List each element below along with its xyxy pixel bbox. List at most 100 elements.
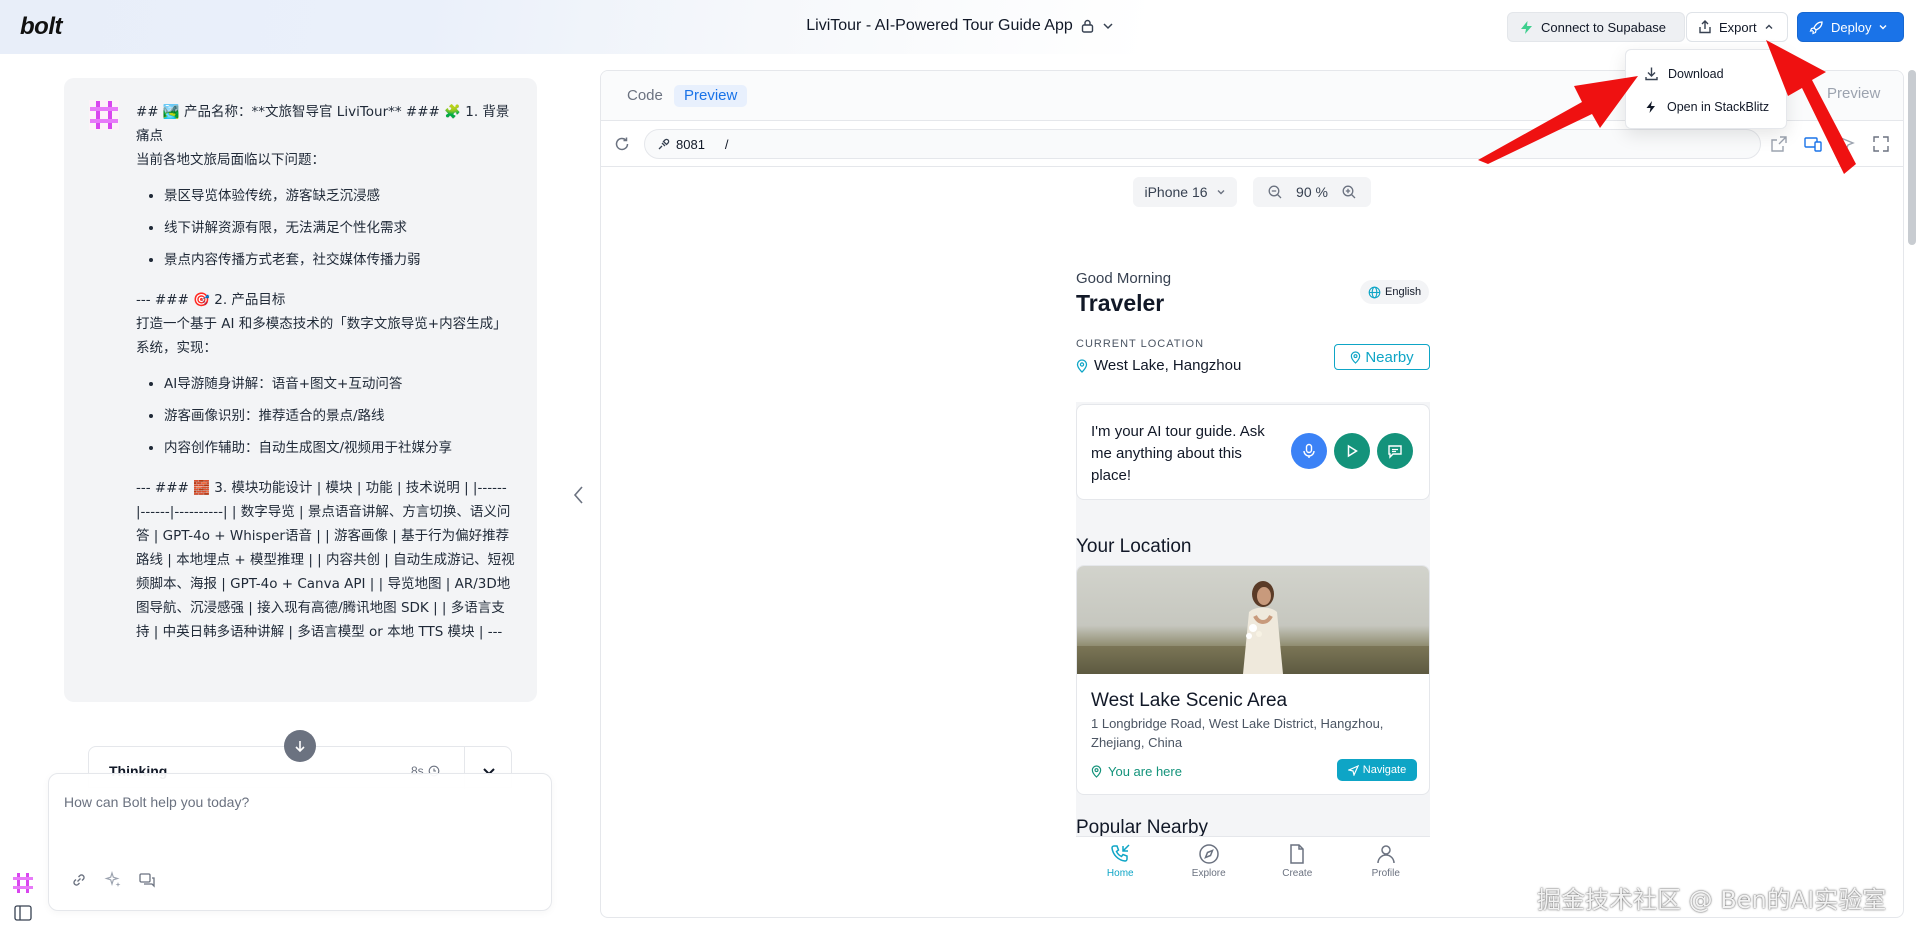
spot-address: 1 Longbridge Road, West Lake District, H…: [1091, 716, 1384, 750]
map-pin-icon: [1351, 350, 1361, 364]
zoom-level: 90 %: [1296, 184, 1328, 200]
list-item: 景区导览体验传统，游客缺乏沉浸感: [164, 180, 516, 212]
language-label: English: [1385, 286, 1422, 298]
share-icon: [1699, 20, 1711, 34]
play-icon: [1347, 444, 1358, 458]
discuss-icon[interactable]: [137, 870, 157, 890]
prompt-input[interactable]: [64, 794, 534, 810]
menu-item-stackblitz[interactable]: Open in StackBlitz: [1644, 100, 1769, 114]
chevron-down-icon: [1879, 25, 1887, 30]
phone-icon: [1111, 844, 1130, 862]
nav-item-create[interactable]: Create: [1257, 837, 1337, 884]
pain-points-list: 景区导览体验传统，游客缺乏沉浸感 线下讲解资源有限，无法满足个性化需求 景点内容…: [164, 180, 516, 276]
here-indicator: You are here: [1091, 764, 1182, 779]
nav-item-explore[interactable]: Explore: [1169, 837, 1249, 884]
chevron-left-icon[interactable]: [570, 484, 588, 506]
document-icon: [1290, 844, 1304, 864]
sidebar-toggle-icon[interactable]: [14, 905, 32, 921]
chat-button[interactable]: [1377, 433, 1413, 469]
rocket-icon: [1809, 20, 1823, 34]
here-label: You are here: [1108, 764, 1182, 779]
tab-preview[interactable]: Preview: [674, 85, 748, 107]
reload-icon[interactable]: [613, 135, 631, 153]
nav-label: Home: [1106, 868, 1134, 879]
spot-name: West Lake Scenic Area: [1091, 690, 1288, 711]
nav-label: Profile: [1371, 868, 1400, 879]
arrow-down-icon: [295, 741, 305, 753]
avatar: [89, 100, 119, 130]
message-goal-sub: 打造一个基于 AI 和多模态技术的「数字文旅导览+内容生成」系统，实现：: [136, 316, 507, 356]
play-button[interactable]: [1334, 433, 1370, 469]
greeting: Good Morning: [1076, 270, 1172, 287]
export-label: Export: [1719, 19, 1757, 35]
message-module-text: --- ### 🧱 3. 模块功能设计 | 模块 | 功能 | 技术说明 | |…: [136, 480, 515, 640]
nearby-button[interactable]: Nearby: [1334, 344, 1430, 370]
tab-code[interactable]: Code: [617, 85, 673, 107]
connect-supabase-label: Connect to Supabase: [1541, 19, 1667, 35]
user-avatar-icon[interactable]: [12, 872, 34, 894]
device-controls: iPhone 16 90 %: [1133, 177, 1371, 207]
microphone-icon: [1303, 443, 1315, 458]
chevron-up-icon: [1765, 24, 1773, 29]
list-item: 游客画像识别：推荐适合的景点/路线: [164, 400, 516, 432]
sparkle-icon[interactable]: [103, 870, 123, 890]
zoom-in-icon[interactable]: [1341, 184, 1357, 200]
message-icon: [1388, 445, 1402, 459]
connect-supabase-button[interactable]: Connect to Supabase: [1507, 12, 1685, 42]
menu-item-download[interactable]: Download: [1644, 66, 1724, 81]
location-card[interactable]: West Lake Scenic Area 1 Longbridge Road,…: [1076, 565, 1430, 795]
your-location-title: Your Location: [1076, 536, 1192, 557]
bottom-nav: Home Explore Create Profile: [1076, 836, 1430, 884]
link-icon[interactable]: [69, 870, 89, 890]
nearby-label: Nearby: [1365, 348, 1414, 366]
prompt-box: [48, 773, 552, 911]
fullscreen-icon[interactable]: [1871, 134, 1891, 154]
download-label: Download: [1668, 66, 1724, 81]
language-button[interactable]: English: [1360, 280, 1430, 304]
location-caption: CURRENT LOCATION: [1076, 338, 1205, 350]
app-header: Good Morning Traveler English CURRENT LO…: [1076, 254, 1430, 402]
user-name: Traveler: [1076, 290, 1165, 316]
message-goal-heading: --- ### 🎯 2. 产品目标: [136, 292, 286, 308]
user-message-card: ## 🏞️ 产品名称：**文旅智导官 LiviTour** ### 🧩 1. 背…: [64, 78, 537, 702]
annotation-arrow-icon: [1766, 40, 1856, 174]
navigation-icon: [1347, 764, 1359, 776]
chevron-down-icon: [1103, 23, 1113, 30]
prompt-toolbar: [69, 870, 157, 890]
navigate-label: Navigate: [1362, 764, 1407, 776]
location-photo: [1077, 566, 1429, 674]
list-item: AI导游随身讲解：语音+图文+互动问答: [164, 368, 516, 400]
user-icon: [1377, 845, 1395, 864]
lock-icon: [1081, 19, 1093, 33]
annotation-arrow-icon: [1478, 76, 1638, 164]
nav-item-home[interactable]: Home: [1080, 837, 1160, 884]
deploy-label: Deploy: [1831, 19, 1872, 35]
compass-icon: [1199, 844, 1219, 864]
url-port: 8081: [676, 136, 705, 152]
phone-preview: Good Morning Traveler English CURRENT LO…: [1076, 254, 1430, 884]
project-title-button[interactable]: LiviTour - AI-Powered Tour Guide App: [806, 17, 1114, 35]
message-intro: ## 🏞️ 产品名称：**文旅智导官 LiviTour** ### 🧩 1. 背…: [136, 104, 510, 144]
chevron-down-icon: [1217, 190, 1225, 195]
nav-label: Explore: [1191, 868, 1226, 879]
plug-icon: [658, 138, 670, 149]
scroll-to-bottom-button[interactable]: [284, 730, 316, 762]
top-bar: bolt LiviTour - AI-Powered Tour Guide Ap…: [0, 0, 1920, 54]
navigate-button[interactable]: Navigate: [1337, 759, 1417, 781]
project-title: LiviTour - AI-Powered Tour Guide App: [806, 17, 1073, 34]
ai-guide-text: I'm your AI tour guide. Ask me anything …: [1091, 423, 1265, 484]
nav-item-profile[interactable]: Profile: [1346, 837, 1426, 884]
device-select[interactable]: iPhone 16: [1133, 177, 1237, 207]
zoom-out-icon[interactable]: [1267, 184, 1283, 200]
voice-button[interactable]: [1291, 433, 1327, 469]
woman-figure-image: [1243, 581, 1283, 674]
stackblitz-label: Open in StackBlitz: [1667, 100, 1770, 114]
preview-scrollbar[interactable]: [1908, 70, 1916, 245]
zoom-control: 90 %: [1253, 177, 1371, 207]
map-pin-icon: [1076, 358, 1088, 373]
supabase-icon: [1521, 20, 1532, 34]
current-location: West Lake, Hangzhou: [1076, 357, 1241, 374]
list-item: 景点内容传播方式老套，社交媒体传播力弱: [164, 244, 516, 276]
ai-guide-card: I'm your AI tour guide. Ask me anything …: [1076, 404, 1430, 500]
message-content: ## 🏞️ 产品名称：**文旅智导官 LiviTour** ### 🧩 1. 背…: [136, 100, 516, 652]
